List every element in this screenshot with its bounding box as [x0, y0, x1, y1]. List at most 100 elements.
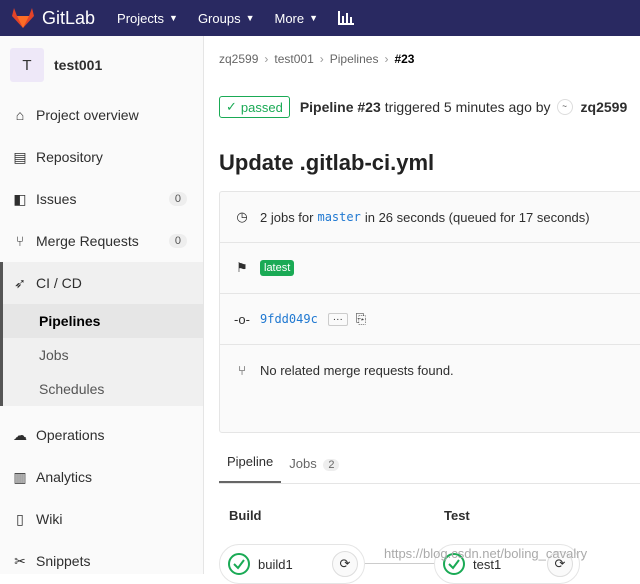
book-icon: ▯	[16, 510, 24, 527]
chevron-right-icon: ›	[264, 52, 269, 66]
rocket-icon: ➶	[14, 274, 26, 291]
sidebar-item-label: Merge Requests	[36, 233, 139, 249]
nav-groups[interactable]: Groups ▼	[198, 11, 255, 26]
copy-clipboard-icon[interactable]: ⎘	[356, 311, 366, 327]
project-header[interactable]: T test001	[0, 36, 203, 94]
sidebar-item-snippets[interactable]: ✂ Snippets	[0, 540, 203, 582]
ellipsis-button[interactable]: ···	[327, 312, 348, 326]
sidebar-item-project-overview[interactable]: ⌂ Project overview	[0, 94, 203, 136]
sidebar-item-issues[interactable]: ◧ Issues 0	[0, 178, 203, 220]
branch-link[interactable]: master	[317, 210, 360, 224]
sidebar-item-wiki[interactable]: ▯ Wiki	[0, 498, 203, 540]
pipeline-header: ✓ passed Pipeline #23 triggered 5 minute…	[219, 96, 627, 118]
sidebar-subitem-schedules[interactable]: Schedules	[0, 372, 203, 406]
sidebar: T test001 ⌂ Project overview ▤ Repositor…	[0, 36, 204, 574]
chevron-right-icon: ›	[319, 52, 324, 66]
snippet-icon: ✂	[14, 552, 26, 569]
bar-chart-icon	[338, 11, 355, 25]
status-badge[interactable]: ✓ passed	[219, 96, 290, 118]
sidebar-item-label: Analytics	[36, 469, 93, 485]
job-name: build1	[258, 556, 293, 572]
breadcrumb-link[interactable]: Pipelines	[330, 52, 379, 66]
commit-icon: -o-	[234, 311, 250, 327]
triggered-text: triggered 5 minutes ago by	[384, 99, 551, 115]
merge-request-icon: ⑂	[15, 233, 25, 249]
chevron-down-icon: ▼	[169, 13, 178, 23]
page-title: Update .gitlab-ci.yml	[219, 150, 435, 175]
sidebar-item-merge-requests[interactable]: ⑂ Merge Requests 0	[0, 220, 203, 262]
info-row-merge-requests: ⑂ No related merge requests found.	[220, 345, 640, 396]
nav-more[interactable]: More ▼	[275, 11, 319, 26]
top-navbar: GitLab Projects ▼ Groups ▼ More ▼	[0, 0, 640, 36]
gitlab-logo[interactable]: GitLab	[12, 8, 95, 29]
user-link[interactable]: zq2599	[581, 99, 628, 115]
merge-request-icon: ⑂	[238, 363, 246, 378]
chevron-down-icon: ▼	[309, 13, 319, 23]
nav-projects[interactable]: Projects ▼	[117, 11, 178, 26]
house-icon: ⌂	[15, 107, 25, 123]
project-avatar: T	[10, 48, 44, 82]
activity-chart-button[interactable]	[338, 11, 355, 25]
duration-text: in 26 seconds (queued for 17 seconds)	[364, 209, 590, 225]
sidebar-item-label: CI / CD	[36, 275, 82, 291]
sidebar-item-label: Repository	[36, 149, 103, 165]
sidebar-item-label: Wiki	[36, 511, 63, 527]
book-icon: ▤	[13, 148, 27, 165]
breadcrumb-link[interactable]: zq2599	[219, 52, 258, 66]
chart-icon: ▥	[13, 468, 27, 485]
chevron-down-icon: ▼	[245, 13, 255, 23]
watermark-text: https://blog.csdn.net/boling_cavalry	[384, 546, 588, 561]
sidebar-item-label: Issues	[36, 191, 77, 207]
jobs-count-text: 2 jobs for	[260, 209, 314, 225]
sidebar-item-label: Snippets	[36, 553, 91, 569]
sidebar-item-analytics[interactable]: ▥ Analytics	[0, 456, 203, 498]
main-content: zq2599 › test001 › Pipelines › #23 ✓ pas…	[205, 36, 640, 584]
pipeline-info-box: ◷ 2 jobs for master in 26 seconds (queue…	[219, 191, 640, 433]
latest-badge: latest	[260, 260, 295, 276]
sidebar-item-repository[interactable]: ▤ Repository	[0, 136, 203, 178]
stage-title-build: Build	[229, 508, 262, 523]
pipeline-id: Pipeline #23	[299, 99, 381, 115]
commit-sha-link[interactable]: 9fdd049c	[260, 312, 318, 326]
no-mr-text: No related merge requests found.	[260, 363, 454, 378]
sidebar-item-label: Project overview	[36, 107, 139, 123]
stage-title-test: Test	[444, 508, 470, 523]
project-name: test001	[54, 57, 103, 73]
sidebar-item-operations[interactable]: ☁ Operations	[0, 414, 203, 456]
success-check-icon	[228, 553, 250, 575]
pipeline-tabs: Pipeline Jobs 2	[219, 444, 640, 484]
tab-pipeline[interactable]: Pipeline	[219, 454, 282, 483]
nav-groups-label: Groups	[197, 10, 241, 26]
brand-name: GitLab	[42, 7, 96, 28]
cloud-gear-icon: ☁	[13, 426, 27, 443]
sidebar-subitem-pipelines[interactable]: Pipelines	[0, 304, 203, 338]
flag-icon: ⚑	[236, 260, 248, 275]
tab-jobs[interactable]: Jobs 2	[281, 456, 347, 483]
stage-connector	[365, 563, 435, 564]
sidebar-item-ci-cd[interactable]: ➶ CI / CD	[0, 262, 203, 304]
user-avatar-icon[interactable]: ~	[556, 99, 573, 115]
tab-label: Jobs	[289, 456, 317, 471]
breadcrumb-current: #23	[394, 52, 415, 66]
count-badge: 0	[168, 234, 187, 248]
jobs-count-badge: 2	[323, 459, 340, 471]
count-badge: 0	[168, 192, 187, 206]
info-row-tags: ⚑ latest	[220, 243, 640, 294]
breadcrumb: zq2599 › test001 › Pipelines › #23	[219, 52, 420, 66]
tab-label: Pipeline	[227, 454, 274, 469]
sidebar-item-label: Operations	[36, 427, 105, 443]
check-circle-icon: ✓	[226, 99, 237, 114]
job-build1[interactable]: build1 ⟳	[219, 544, 365, 584]
info-row-duration: ◷ 2 jobs for master in 26 seconds (queue…	[220, 192, 640, 243]
nav-more-label: More	[274, 10, 305, 26]
nav-projects-label: Projects	[117, 10, 165, 26]
clock-icon: ◷	[236, 209, 248, 224]
retry-icon: ⟳	[339, 556, 351, 571]
status-label: passed	[240, 99, 283, 115]
retry-button[interactable]: ⟳	[332, 551, 358, 577]
info-row-commit: -o- 9fdd049c ··· ⎘	[220, 294, 640, 345]
sidebar-subitem-jobs[interactable]: Jobs	[0, 338, 203, 372]
breadcrumb-link[interactable]: test001	[274, 52, 313, 66]
issues-icon: ◧	[13, 190, 27, 207]
